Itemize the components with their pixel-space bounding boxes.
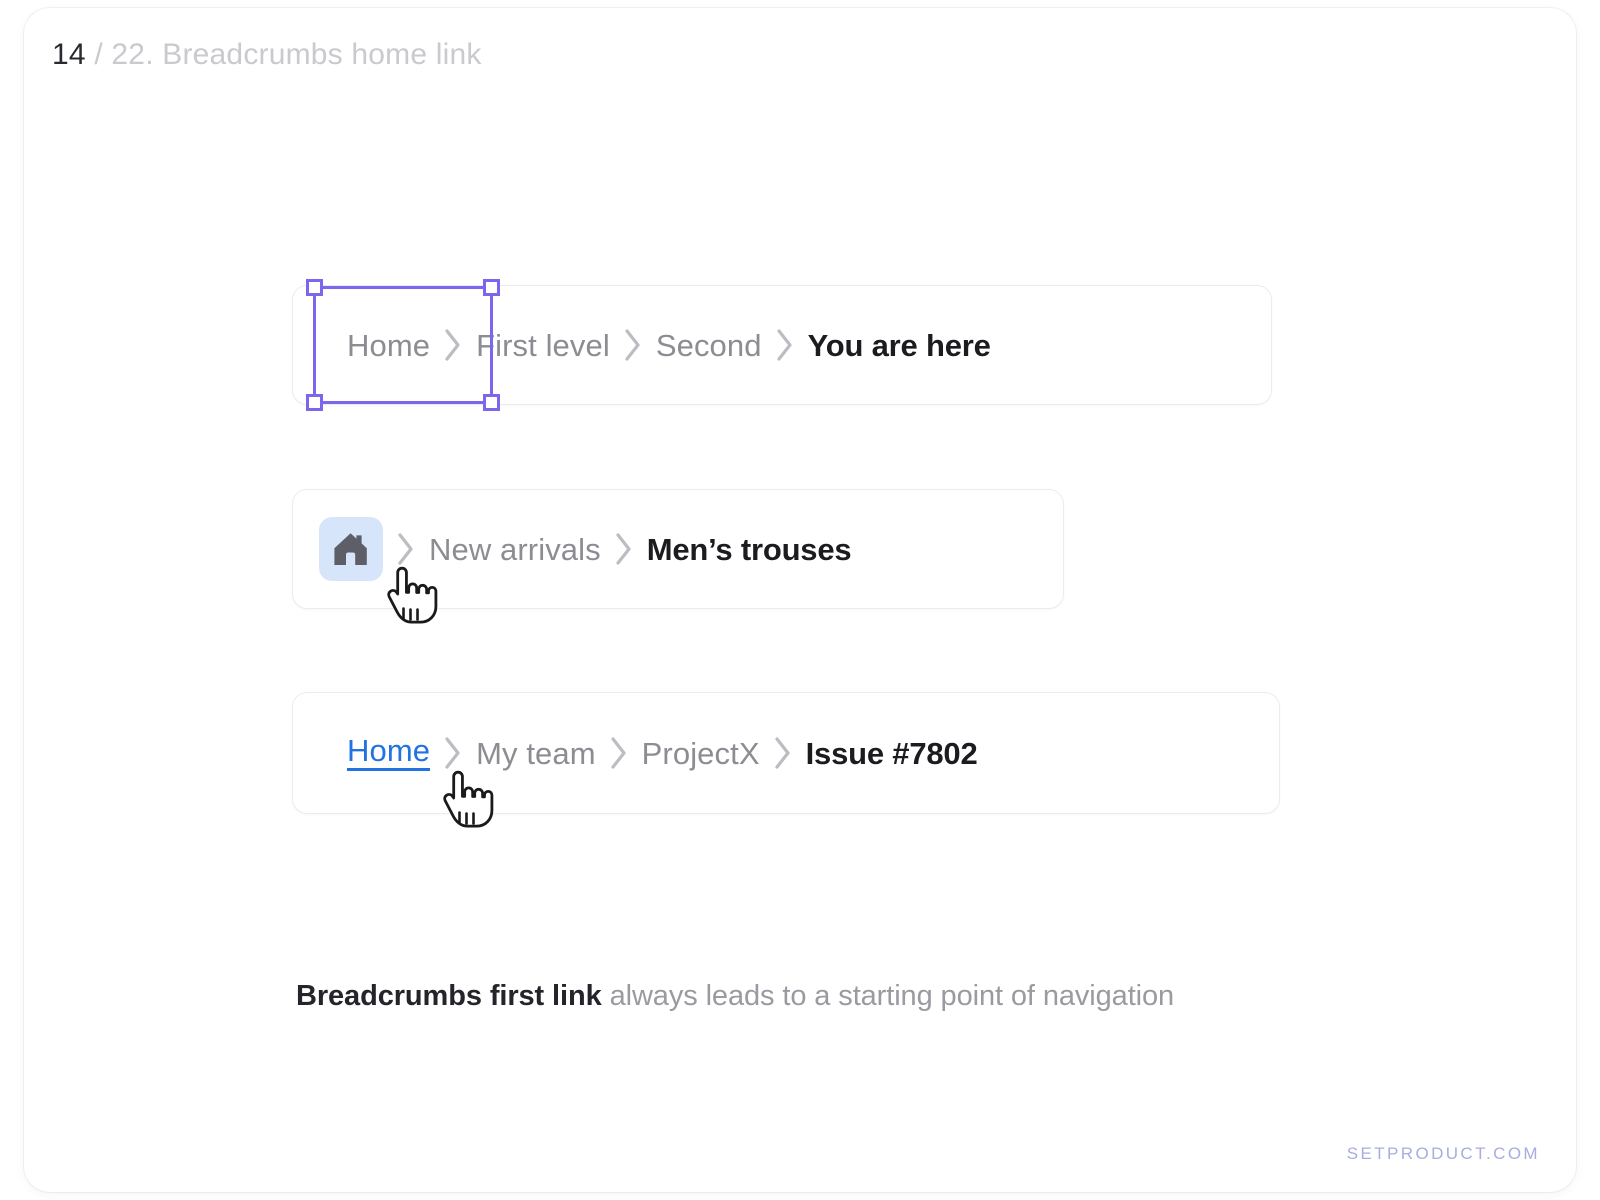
breadcrumb-item-current: Issue #7802 <box>805 735 978 771</box>
breadcrumb-link-home[interactable]: Home <box>347 735 431 771</box>
chevron-right-icon <box>383 532 429 566</box>
chevron-right-icon <box>430 328 476 362</box>
breadcrumb-item-my-team[interactable]: My team <box>476 738 596 769</box>
caption-muted: always leads to a starting point of navi… <box>601 980 1175 1012</box>
breadcrumb-home-icon: New arrivals Men’s trouses <box>292 489 1064 609</box>
home-icon[interactable] <box>319 517 383 581</box>
breadcrumb-plain-text: Home First level Second You are here <box>292 285 1272 405</box>
chevron-right-icon <box>760 736 806 770</box>
watermark-link[interactable]: SETPRODUCT.COM <box>1347 1144 1540 1164</box>
page-title: 22. Breadcrumbs home link <box>111 38 482 71</box>
breadcrumb-item-new-arrivals[interactable]: New arrivals <box>429 534 601 565</box>
breadcrumb-item-first-level[interactable]: First level <box>476 330 610 361</box>
breadcrumb-item-home[interactable]: Home <box>347 330 430 361</box>
chevron-right-icon <box>430 736 476 770</box>
chevron-right-icon <box>610 328 656 362</box>
breadcrumb-item-current: Men’s trouses <box>646 531 852 567</box>
slide-number: 14 <box>52 38 86 71</box>
chevron-right-icon <box>596 736 642 770</box>
chevron-right-icon <box>762 328 808 362</box>
slide-header: 14 / 22. Breadcrumbs home link <box>52 38 482 72</box>
slide-frame: 14 / 22. Breadcrumbs home link Home Firs… <box>24 8 1576 1192</box>
chevron-right-icon <box>601 532 647 566</box>
caption-strong: Breadcrumbs first link <box>296 980 602 1012</box>
caption: Breadcrumbs first link always leads to a… <box>296 979 1174 1014</box>
slide-separator: / <box>94 38 103 71</box>
breadcrumb-item-current: You are here <box>807 327 991 363</box>
breadcrumb-home-link: Home My team ProjectX Issue #7802 <box>292 692 1280 814</box>
breadcrumb-item-projectx[interactable]: ProjectX <box>642 738 760 769</box>
breadcrumb-item-second[interactable]: Second <box>656 330 762 361</box>
